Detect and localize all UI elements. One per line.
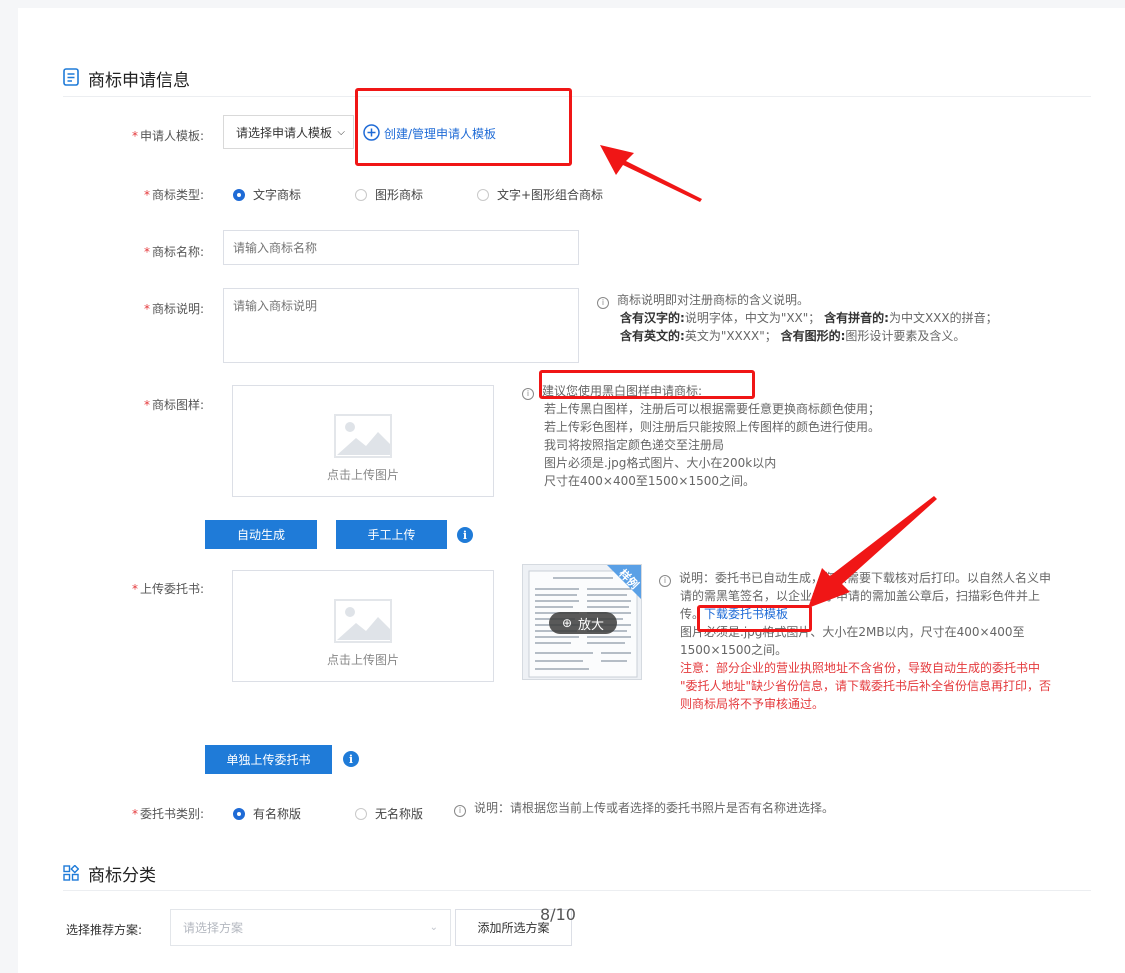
radio-unselected-icon [355, 807, 367, 820]
radio-unselected-icon [355, 188, 367, 201]
annotation-highlight-box [697, 605, 812, 632]
info-icon[interactable]: i [343, 751, 359, 767]
info-outline-icon: i [454, 805, 466, 817]
annotation-highlight-box [355, 88, 572, 166]
trademark-description-label: * 商标说明: [143, 302, 204, 316]
info-outline-icon: i [522, 388, 534, 400]
trademark-name-label: * 商标名称: [143, 245, 204, 259]
upload-image-text: 点击上传图片 [326, 468, 399, 482]
radio-word-mark[interactable]: 文字商标 [233, 186, 301, 203]
trademark-image-label: * 商标图样: [143, 398, 204, 412]
applicant-template-select[interactable]: 请选择申请人模板 ⌵ [223, 115, 354, 149]
scheme-select[interactable]: 请选择方案 ⌄ [170, 909, 451, 946]
trademark-image-upload[interactable]: 点击上传图片 [232, 385, 494, 497]
poa-sample-thumbnail[interactable]: 样例 ⊕ 放大 [522, 564, 642, 680]
trademark-description-textarea[interactable] [223, 288, 579, 363]
auto-generate-button[interactable]: 自动生成 [205, 520, 317, 549]
upload-image-text: 点击上传图片 [326, 653, 399, 667]
chevron-down-icon: ⌵ [337, 127, 345, 138]
radio-selected-icon [233, 188, 245, 201]
image-placeholder-icon [334, 414, 392, 458]
warning-text: 注意：部分企业的营业执照地址不含省份，导致自动生成的委托书中 [680, 661, 1041, 675]
info-outline-icon: i [659, 575, 671, 587]
image-placeholder-icon [334, 599, 392, 643]
document-list-icon [63, 68, 79, 86]
chevron-down-icon: ⌄ [429, 922, 438, 933]
trademark-name-input[interactable] [223, 230, 579, 265]
zoom-in-icon: ⊕ [561, 616, 573, 630]
radio-named-version[interactable]: 有名称版 [233, 805, 301, 822]
section-divider [63, 96, 1091, 97]
section-title-trademark-class: 商标分类 [88, 866, 156, 886]
radio-combined-mark[interactable]: 文字+图形组合商标 [477, 186, 603, 203]
radio-unselected-icon [477, 188, 489, 201]
single-upload-poa-button[interactable]: 单独上传委托书 [205, 745, 332, 774]
applicant-template-label: * 申请人模板: [131, 129, 204, 143]
annotation-highlight-box [539, 370, 755, 399]
page-indicator: 8/10 [540, 905, 576, 924]
top-gutter [0, 0, 1125, 8]
annotation-arrow-icon [600, 145, 702, 202]
left-gutter [0, 0, 18, 973]
radio-unnamed-version[interactable]: 无名称版 [355, 805, 423, 822]
description-hint: i 商标说明即对注册商标的含义说明。 含有汉字的:说明字体，中文为"XX"； 含有… [597, 291, 998, 345]
zoom-button[interactable]: ⊕ 放大 [549, 612, 617, 634]
trademark-type-label: * 商标类型: [143, 188, 204, 202]
poa-type-hint: i 说明：请根据您当前上传或者选择的委托书照片是否有名称进选择。 [454, 799, 834, 817]
warning-text: "委托人地址"缺少省份信息，请下载委托书后补全省份信息再打印，否 [680, 679, 1052, 693]
power-of-attorney-upload[interactable]: 点击上传图片 [232, 570, 494, 682]
info-icon[interactable]: i [457, 527, 473, 543]
section-title-application-info: 商标申请信息 [88, 71, 190, 91]
warning-text: 则商标局将不予审核通过。 [680, 697, 825, 711]
grid-category-icon [63, 864, 80, 881]
poa-type-label: * 委托书类别: [131, 807, 204, 821]
section-divider [63, 890, 1091, 891]
annotation-arrow-icon [808, 496, 937, 608]
scheme-label: 选择推荐方案: [66, 923, 143, 937]
radio-graphic-mark[interactable]: 图形商标 [355, 186, 423, 203]
power-of-attorney-label: * 上传委托书: [131, 582, 204, 596]
manual-upload-button[interactable]: 手工上传 [336, 520, 447, 549]
radio-selected-icon [233, 807, 245, 820]
info-outline-icon: i [597, 297, 609, 309]
